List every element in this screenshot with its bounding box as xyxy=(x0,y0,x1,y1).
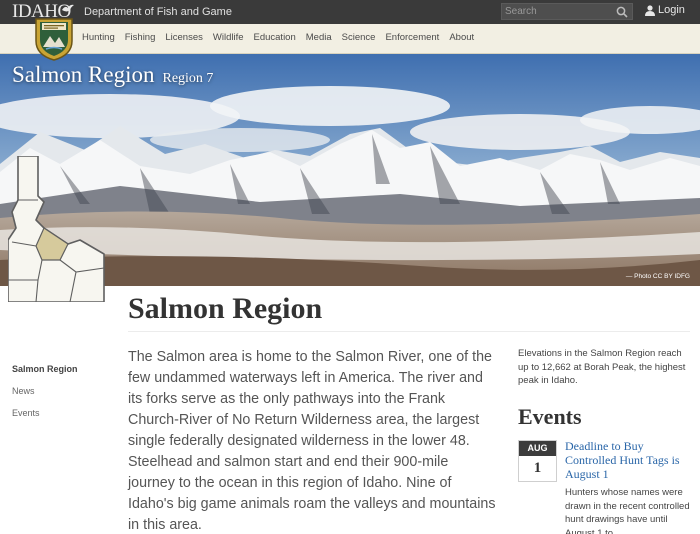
nav-media[interactable]: Media xyxy=(306,32,332,43)
nav-wildlife[interactable]: Wildlife xyxy=(213,32,244,43)
user-icon xyxy=(645,4,655,16)
nav-hunting[interactable]: Hunting xyxy=(82,32,115,43)
department-name[interactable]: Department of Fish and Game xyxy=(84,6,232,18)
nav-education[interactable]: Education xyxy=(254,32,296,43)
sidebar-item-events[interactable]: Events xyxy=(12,408,78,418)
sidebar-nav: Salmon Region News Events xyxy=(12,364,78,430)
hero-title: Salmon Region Region 7 xyxy=(12,62,213,88)
nav-fishing[interactable]: Fishing xyxy=(125,32,156,43)
elevation-fact: Elevations in the Salmon Region reach up… xyxy=(518,348,686,386)
photo-credit: — Photo CC BY IDFG xyxy=(625,273,690,280)
login-link[interactable]: Login xyxy=(645,4,685,16)
hero-title-sub: Region 7 xyxy=(162,71,214,86)
title-divider xyxy=(128,331,690,332)
search-input[interactable] xyxy=(505,4,613,19)
event-title-link[interactable]: Deadline to Buy Controlled Hunt Tags is … xyxy=(565,439,693,481)
sidebar-item-news[interactable]: News xyxy=(12,386,78,396)
search-box xyxy=(501,3,633,20)
nav-items: Hunting Fishing Licenses Wildlife Educat… xyxy=(82,32,484,43)
main-nav: Hunting Fishing Licenses Wildlife Educat… xyxy=(0,24,700,54)
bird-icon xyxy=(62,4,74,12)
top-bar: IDAHO Department of Fish and Game Login xyxy=(0,0,700,24)
hero-title-main: Salmon Region xyxy=(12,62,155,87)
region-description: The Salmon area is home to the Salmon Ri… xyxy=(128,349,496,533)
event-date-badge: AUG 1 xyxy=(518,440,557,482)
nav-licenses[interactable]: Licenses xyxy=(165,32,203,43)
search-icon[interactable] xyxy=(616,6,628,18)
login-label: Login xyxy=(658,4,685,16)
nav-about[interactable]: About xyxy=(449,32,474,43)
events-heading: Events xyxy=(518,404,582,429)
idfg-seal-icon[interactable] xyxy=(34,17,74,61)
idaho-region-map xyxy=(8,156,105,302)
nav-enforcement[interactable]: Enforcement xyxy=(385,32,439,43)
sidebar-item-salmon-region[interactable]: Salmon Region xyxy=(12,364,78,374)
page-title: Salmon Region xyxy=(128,292,323,325)
nav-science[interactable]: Science xyxy=(342,32,376,43)
event-day: 1 xyxy=(533,460,542,476)
event-month: AUG xyxy=(519,441,556,456)
event-description: Hunters whose names were drawn in the re… xyxy=(565,487,690,534)
